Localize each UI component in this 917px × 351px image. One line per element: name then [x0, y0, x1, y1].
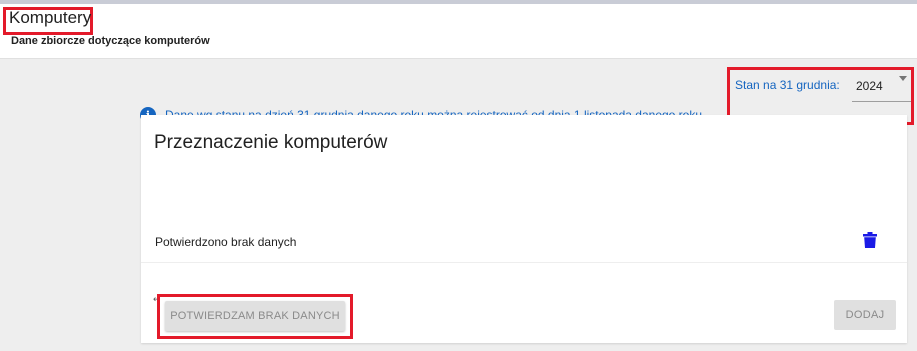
- year-select-label: Stan na 31 grudnia:: [735, 78, 840, 92]
- card-title: Przeznaczenie komputerów: [154, 132, 388, 153]
- page-header: Komputery Dane zbiorcze dotyczące komput…: [0, 4, 917, 59]
- confirm-no-data-button[interactable]: POTWIERDZAM BRAK DANYCH: [165, 301, 345, 331]
- page-subtitle: Dane zbiorcze dotyczące komputerów: [11, 35, 210, 47]
- row-divider: [141, 262, 907, 263]
- chevron-down-icon[interactable]: [899, 76, 907, 81]
- year-select[interactable]: 2024: [856, 79, 883, 93]
- list-item-text: Potwierdzono brak danych: [155, 235, 297, 249]
- year-select-underline: [852, 101, 911, 102]
- add-button[interactable]: DODAJ: [834, 300, 896, 330]
- page-title: Komputery: [9, 8, 92, 27]
- trash-icon[interactable]: [863, 232, 877, 248]
- purpose-card: Przeznaczenie komputerów Potwierdzono br…: [141, 115, 907, 343]
